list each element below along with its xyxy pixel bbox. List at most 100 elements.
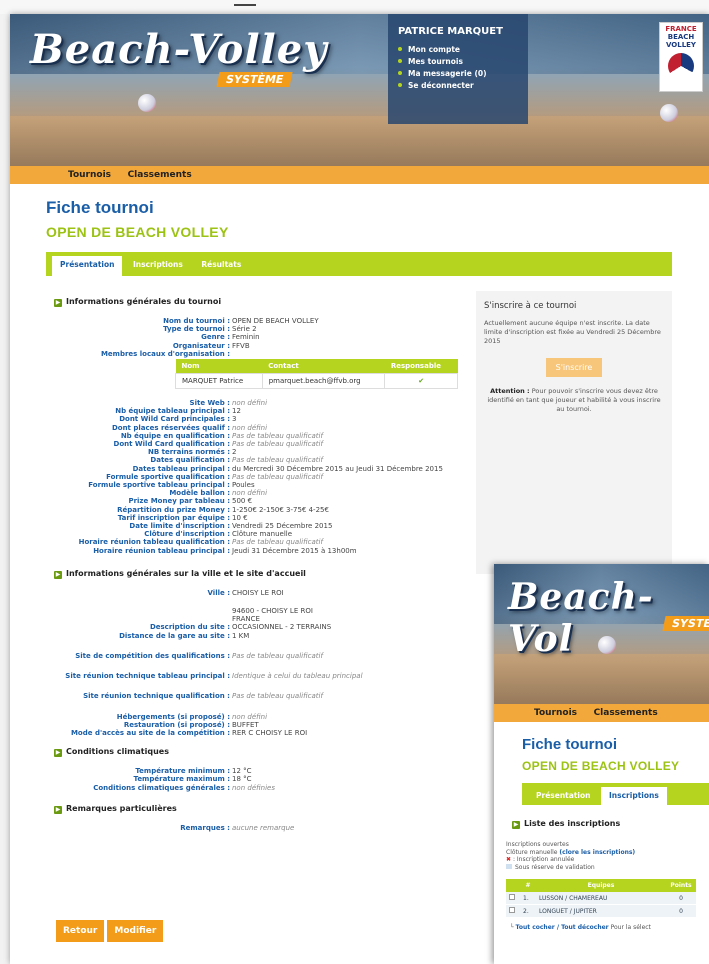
info-label: Répartition du prize Money :	[117, 505, 230, 514]
second-banner-sand	[494, 654, 709, 704]
info-label: NB terrains normés :	[147, 448, 230, 457]
info-value: 1 KM	[232, 631, 250, 640]
general-info-bottom: Site Web : non défini Nb équipe tableau pr…	[36, 399, 470, 555]
info-row: Site Web : non défini	[36, 399, 470, 407]
info-label: Clôture d'inscription :	[144, 530, 230, 539]
edit-button[interactable]: Modifier	[107, 920, 164, 942]
info-label: Dont Wild Card qualification :	[113, 440, 230, 449]
info-row: Dont places réservées qualif : non défini	[36, 424, 470, 432]
pending-swatch	[506, 863, 512, 869]
info-row: Nb équipe en qualification : Pas de table…	[36, 432, 470, 440]
section-remarks: ▶ Remarques particulières	[54, 804, 470, 814]
info-value: 12	[232, 407, 241, 416]
federation-logo: FRANCE BEACH VOLLEY	[659, 22, 703, 92]
responsible-check-icon: ✔	[384, 373, 458, 390]
ville-label: Ville :	[207, 588, 230, 597]
col-nom: Nom	[175, 359, 263, 374]
section-general-heading: Informations générales du tournoi	[66, 297, 222, 306]
info-row: Tarif inscription par équipe :10 €	[36, 514, 470, 522]
info-value: Clôture manuelle	[232, 530, 293, 539]
member-contact[interactable]: pmarquet.beach@ffvb.org	[261, 373, 386, 390]
tab-inscriptions[interactable]: Inscriptions	[125, 256, 191, 276]
info-label: Température maximum :	[133, 775, 230, 784]
info-row: Modèle ballon : non défini	[36, 489, 470, 497]
back-button[interactable]: Retour	[56, 920, 105, 942]
section-general-info: ▶ Informations générales du tournoi	[54, 297, 470, 307]
info-label: Type de tournoi :	[163, 325, 230, 334]
cancelled-icon: ✖	[506, 856, 512, 863]
info-label: Site réunion technique qualification :	[83, 692, 230, 701]
section-city-info: ▶ Informations générales sur la ville et …	[54, 569, 470, 579]
info-label: Horaire réunion tableau qualification :	[78, 538, 230, 547]
info-row: Horaire réunion tableau principal : Jeudi…	[36, 547, 470, 555]
info-label: Genre :	[201, 333, 230, 342]
ville-value: CHOISY LE ROI	[232, 588, 284, 597]
menu-logout[interactable]: Se déconnecter	[398, 81, 518, 90]
tab-resultats[interactable]: Résultats	[193, 256, 249, 276]
page-title: Fiche tournoi	[46, 198, 154, 217]
info-label: Membres locaux d'organisation :	[100, 349, 230, 358]
teams-table: # Equipes Points 1. LUSSON / CHAMEREAU 0…	[506, 879, 696, 918]
team-name: LONGUET / JUPITER	[536, 904, 666, 918]
info-label: Date limite d'inscription :	[129, 522, 230, 531]
info-value: Pas de tableau qualificatif	[232, 651, 323, 660]
info-label: Nb équipe tableau principal :	[115, 407, 230, 416]
menu-my-tournaments[interactable]: Mes tournois	[398, 57, 518, 66]
info-label: Nb équipe en qualification :	[120, 431, 230, 440]
signup-warning-label: Attention :	[490, 387, 530, 395]
info-row: Dont Wild Card qualification : Pas de tab…	[36, 440, 470, 448]
info-value: Pas de tableau qualificatif	[232, 440, 323, 449]
user-name: PATRICE MARQUET	[398, 26, 503, 37]
inscriptions-list: ▶ Liste des inscriptions Inscriptions ouv…	[494, 805, 709, 871]
info-value: Jeudi 31 Décembre 2015 à 13h00m	[232, 546, 357, 555]
address-line1: 94600 - CHOISY LE ROI	[232, 607, 313, 616]
climate-info: Température minimum :12 °C Température ma…	[36, 767, 470, 792]
main-nav: Tournois Classements	[10, 166, 709, 184]
nav-tournois[interactable]: Tournois	[534, 704, 577, 722]
tab-inscriptions[interactable]: Inscriptions	[601, 787, 667, 807]
info-label: Site réunion technique tableau principal…	[65, 672, 230, 681]
legend-cancelled: ✖ : Inscription annulée	[506, 856, 709, 864]
nav-classements[interactable]: Classements	[594, 704, 658, 722]
menu-my-account[interactable]: Mon compte	[398, 45, 518, 54]
info-label: Distance de la gare au site :	[119, 631, 230, 640]
tab-presentation[interactable]: Présentation	[528, 787, 598, 807]
second-page-title: Fiche tournoi	[522, 736, 617, 753]
menu-messages[interactable]: Ma messagerie (0)	[398, 69, 518, 78]
tab-presentation[interactable]: Présentation	[52, 256, 123, 276]
selection-text: Pour la sélect	[610, 924, 651, 931]
federation-logo-line1: FRANCE	[665, 25, 697, 33]
browser-top-strip	[0, 0, 709, 14]
signup-title: S'inscrire à ce tournoi	[484, 301, 577, 311]
table-row: 1. LUSSON / CHAMEREAU 0	[506, 892, 696, 905]
info-value: OCCASIONNEL - 2 TERRAINS	[232, 623, 332, 632]
content-header: Fiche tournoi OPEN DE BEACH VOLLEY Prése…	[10, 184, 709, 276]
close-inscriptions-link[interactable]: (clore les inscriptions)	[559, 849, 635, 856]
remarks-value: aucune remarque	[232, 823, 295, 832]
signup-button[interactable]: S'inscrire	[546, 358, 602, 377]
info-row: Formule sportive qualification : Pas de t…	[36, 473, 470, 481]
info-value: Pas de tableau qualificatif	[232, 692, 323, 701]
info-value: du Mercredi 30 Décembre 2015 au Jeudi 31…	[232, 464, 443, 473]
legend-cancelled-text: : Inscription annulée	[512, 856, 575, 863]
info-row: Site réunion technique qualification : Pa…	[36, 692, 470, 700]
closing-status: Clôture manuelle (clore les inscriptions…	[506, 849, 709, 857]
check-all-link[interactable]: Tout cocher / Tout décocher	[516, 924, 609, 931]
nav-classements[interactable]: Classements	[128, 166, 192, 184]
team-number: 1.	[520, 892, 536, 905]
info-value: non définies	[232, 783, 275, 792]
table-row: MARQUET Patrice pmarquet.beach@ffvb.org …	[175, 373, 458, 390]
city-info-a: Description du site : OCCASIONNEL - 2 TER…	[36, 623, 470, 639]
tournament-name: OPEN DE BEACH VOLLEY	[46, 224, 229, 240]
row-checkbox[interactable]	[506, 892, 520, 905]
second-window: Beach-Vol SYSTE Tournois Classements Fic…	[494, 564, 709, 964]
site-logo[interactable]: Beach-Volley	[30, 26, 327, 73]
info-label: Dates qualification :	[150, 456, 230, 465]
city-info-d: Site réunion technique qualification : Pa…	[36, 692, 470, 700]
info-row: Clôture d'inscription : Clôture manuelle	[36, 530, 470, 538]
row-checkbox[interactable]	[506, 904, 520, 918]
nav-tournois[interactable]: Tournois	[68, 166, 111, 184]
user-menu: Mon compte Mes tournois Ma messagerie (0…	[398, 45, 518, 90]
general-info-top: Nom du tournoi : OPEN DE BEACH VOLLEY Type…	[36, 317, 470, 358]
info-row: Distance de la gare au site :1 KM	[36, 632, 470, 640]
